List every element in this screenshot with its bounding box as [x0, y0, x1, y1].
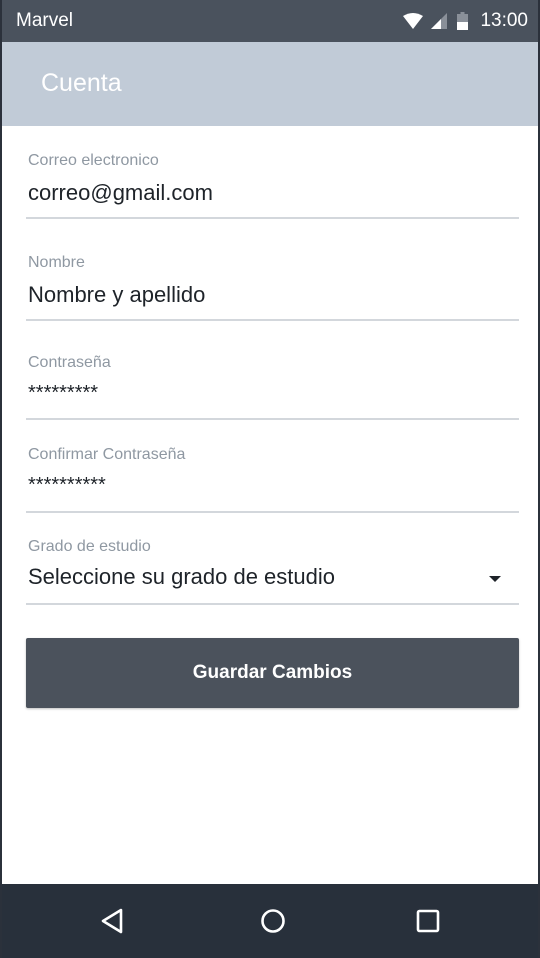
status-bar: Marvel 13:00: [2, 0, 538, 42]
email-field[interactable]: Correo electronico correo@gmail.com: [26, 140, 519, 219]
password-input[interactable]: *********: [28, 380, 98, 406]
education-select[interactable]: Grado de estudio Seleccione su grado de …: [26, 526, 519, 605]
education-label: Grado de estudio: [28, 538, 151, 555]
wifi-icon: [403, 13, 424, 29]
email-input[interactable]: correo@gmail.com: [28, 180, 213, 206]
signal-icon: [431, 13, 448, 29]
name-input[interactable]: Nombre y apellido: [28, 282, 205, 308]
password-label: Contraseña: [28, 354, 111, 371]
app-screen: Marvel 13:00 Cuenta Correo electronico c…: [0, 0, 540, 958]
name-field[interactable]: Nombre Nombre y apellido: [26, 242, 519, 321]
app-bar: Cuenta: [2, 42, 538, 126]
navigation-bar: [2, 884, 538, 958]
confirm-password-field[interactable]: Confirmar Contraseña **********: [26, 434, 519, 513]
clock: 13:00: [480, 10, 528, 31]
carrier-name: Marvel: [16, 10, 74, 31]
page-title: Cuenta: [41, 69, 122, 97]
email-label: Correo electronico: [28, 152, 159, 169]
dropdown-arrow-icon[interactable]: [489, 576, 501, 582]
home-icon[interactable]: [259, 907, 287, 935]
confirm-password-input[interactable]: **********: [28, 472, 106, 498]
recents-icon[interactable]: [414, 907, 442, 935]
confirm-password-label: Confirmar Contraseña: [28, 446, 186, 463]
battery-icon: [457, 12, 469, 30]
status-icons: 13:00: [403, 10, 528, 32]
save-changes-button[interactable]: Guardar Cambios: [26, 638, 519, 708]
back-icon[interactable]: [99, 907, 127, 935]
name-label: Nombre: [28, 254, 85, 271]
education-selected-value[interactable]: Seleccione su grado de estudio: [28, 564, 335, 590]
password-field[interactable]: Contraseña *********: [26, 342, 519, 420]
